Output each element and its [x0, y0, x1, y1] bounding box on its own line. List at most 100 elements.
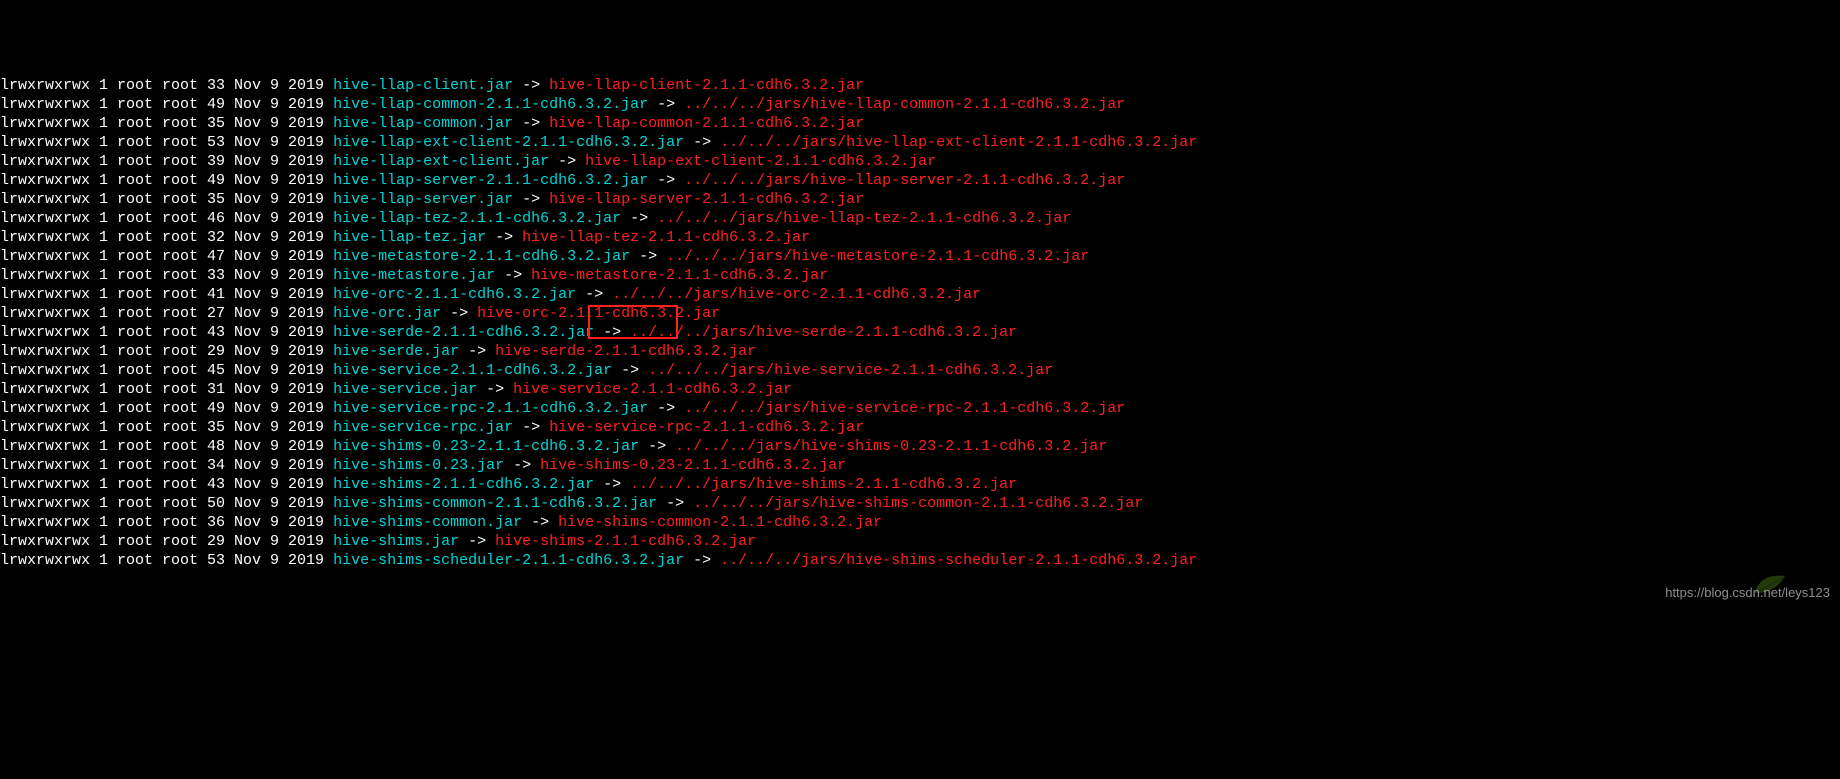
symlink-arrow: -> — [486, 229, 522, 246]
symlink-arrow: -> — [648, 96, 684, 113]
symlink-target: ../../../jars/hive-service-2.1.1-cdh6.3.… — [648, 362, 1053, 379]
symlink-arrow: -> — [576, 286, 612, 303]
file-meta: lrwxrwxrwx 1 root root 29 Nov 9 2019 — [0, 533, 333, 550]
symlink-target: hive-shims-2.1.1-cdh6.3.2.jar — [495, 533, 756, 550]
symlink-arrow: -> — [621, 210, 657, 227]
symlink-source: hive-serde.jar — [333, 343, 459, 360]
ls-row: lrwxrwxrwx 1 root root 43 Nov 9 2019 hiv… — [0, 323, 1840, 342]
ls-row: lrwxrwxrwx 1 root root 35 Nov 9 2019 hiv… — [0, 418, 1840, 437]
symlink-source: hive-shims-2.1.1-cdh6.3.2.jar — [333, 476, 594, 493]
symlink-target: ../../../jars/hive-llap-common-2.1.1-cdh… — [684, 96, 1125, 113]
ls-row: lrwxrwxrwx 1 root root 29 Nov 9 2019 hiv… — [0, 532, 1840, 551]
symlink-source: hive-llap-tez.jar — [333, 229, 486, 246]
symlink-target: hive-service-2.1.1-cdh6.3.2.jar — [513, 381, 792, 398]
file-meta: lrwxrwxrwx 1 root root 39 Nov 9 2019 — [0, 153, 333, 170]
ls-row: lrwxrwxrwx 1 root root 47 Nov 9 2019 hiv… — [0, 247, 1840, 266]
symlink-arrow: -> — [522, 514, 558, 531]
ls-row: lrwxrwxrwx 1 root root 45 Nov 9 2019 hiv… — [0, 361, 1840, 380]
file-meta: lrwxrwxrwx 1 root root 43 Nov 9 2019 — [0, 476, 333, 493]
symlink-target: hive-metastore-2.1.1-cdh6.3.2.jar — [531, 267, 828, 284]
symlink-arrow: -> — [504, 457, 540, 474]
symlink-source: hive-llap-ext-client.jar — [333, 153, 549, 170]
file-meta: lrwxrwxrwx 1 root root 33 Nov 9 2019 — [0, 267, 333, 284]
symlink-arrow: -> — [612, 362, 648, 379]
file-meta: lrwxrwxrwx 1 root root 43 Nov 9 2019 — [0, 324, 333, 341]
symlink-arrow: -> — [513, 419, 549, 436]
ls-row: lrwxrwxrwx 1 root root 53 Nov 9 2019 hiv… — [0, 551, 1840, 570]
file-meta: lrwxrwxrwx 1 root root 50 Nov 9 2019 — [0, 495, 333, 512]
symlink-target: ../../../jars/hive-service-rpc-2.1.1-cdh… — [684, 400, 1125, 417]
ls-row: lrwxrwxrwx 1 root root 50 Nov 9 2019 hiv… — [0, 494, 1840, 513]
symlink-arrow: -> — [594, 324, 630, 341]
symlink-arrow: -> — [459, 343, 495, 360]
symlink-source: hive-service-rpc-2.1.1-cdh6.3.2.jar — [333, 400, 648, 417]
file-meta: lrwxrwxrwx 1 root root 41 Nov 9 2019 — [0, 286, 333, 303]
ls-row: lrwxrwxrwx 1 root root 49 Nov 9 2019 hiv… — [0, 171, 1840, 190]
ls-row: lrwxrwxrwx 1 root root 33 Nov 9 2019 hiv… — [0, 76, 1840, 95]
symlink-source: hive-orc-2.1.1-cdh6.3.2.jar — [333, 286, 576, 303]
symlink-source: hive-llap-server.jar — [333, 191, 513, 208]
file-meta: lrwxrwxrwx 1 root root 29 Nov 9 2019 — [0, 343, 333, 360]
file-meta: lrwxrwxrwx 1 root root 27 Nov 9 2019 — [0, 305, 333, 322]
symlink-target: hive-llap-ext-client-2.1.1-cdh6.3.2.jar — [585, 153, 936, 170]
file-meta: lrwxrwxrwx 1 root root 31 Nov 9 2019 — [0, 381, 333, 398]
ls-row: lrwxrwxrwx 1 root root 48 Nov 9 2019 hiv… — [0, 437, 1840, 456]
file-meta: lrwxrwxrwx 1 root root 49 Nov 9 2019 — [0, 400, 333, 417]
symlink-target: hive-llap-tez-2.1.1-cdh6.3.2.jar — [522, 229, 810, 246]
file-meta: lrwxrwxrwx 1 root root 33 Nov 9 2019 — [0, 77, 333, 94]
ls-row: lrwxrwxrwx 1 root root 35 Nov 9 2019 hiv… — [0, 114, 1840, 133]
symlink-target: ../../../jars/hive-llap-server-2.1.1-cdh… — [684, 172, 1125, 189]
symlink-target: hive-llap-client-2.1.1-cdh6.3.2.jar — [549, 77, 864, 94]
symlink-target: hive-serde-2.1.1-cdh6.3.2.jar — [495, 343, 756, 360]
symlink-target: hive-service-rpc-2.1.1-cdh6.3.2.jar — [549, 419, 864, 436]
symlink-target: hive-orc-2.1.1-cdh6.3.2.jar — [477, 305, 720, 322]
file-meta: lrwxrwxrwx 1 root root 47 Nov 9 2019 — [0, 248, 333, 265]
symlink-target: ../../../jars/hive-shims-2.1.1-cdh6.3.2.… — [630, 476, 1017, 493]
symlink-target: hive-shims-common-2.1.1-cdh6.3.2.jar — [558, 514, 882, 531]
symlink-arrow: -> — [684, 552, 720, 569]
file-meta: lrwxrwxrwx 1 root root 34 Nov 9 2019 — [0, 457, 333, 474]
ls-row: lrwxrwxrwx 1 root root 41 Nov 9 2019 hiv… — [0, 285, 1840, 304]
symlink-source: hive-service.jar — [333, 381, 477, 398]
symlink-source: hive-serde-2.1.1-cdh6.3.2.jar — [333, 324, 594, 341]
ls-row: lrwxrwxrwx 1 root root 27 Nov 9 2019 hiv… — [0, 304, 1840, 323]
file-meta: lrwxrwxrwx 1 root root 49 Nov 9 2019 — [0, 172, 333, 189]
symlink-target: ../../../jars/hive-serde-2.1.1-cdh6.3.2.… — [630, 324, 1017, 341]
ls-row: lrwxrwxrwx 1 root root 53 Nov 9 2019 hiv… — [0, 133, 1840, 152]
file-meta: lrwxrwxrwx 1 root root 45 Nov 9 2019 — [0, 362, 333, 379]
symlink-source: hive-shims-0.23.jar — [333, 457, 504, 474]
symlink-source: hive-llap-client.jar — [333, 77, 513, 94]
ls-row: lrwxrwxrwx 1 root root 35 Nov 9 2019 hiv… — [0, 190, 1840, 209]
ls-row: lrwxrwxrwx 1 root root 29 Nov 9 2019 hiv… — [0, 342, 1840, 361]
file-meta: lrwxrwxrwx 1 root root 53 Nov 9 2019 — [0, 134, 333, 151]
watermark-text: https://blog.csdn.net/leys123 — [1665, 583, 1830, 602]
file-meta: lrwxrwxrwx 1 root root 35 Nov 9 2019 — [0, 419, 333, 436]
symlink-source: hive-shims-scheduler-2.1.1-cdh6.3.2.jar — [333, 552, 684, 569]
file-meta: lrwxrwxrwx 1 root root 46 Nov 9 2019 — [0, 210, 333, 227]
file-meta: lrwxrwxrwx 1 root root 49 Nov 9 2019 — [0, 96, 333, 113]
symlink-source: hive-llap-common.jar — [333, 115, 513, 132]
ls-row: lrwxrwxrwx 1 root root 33 Nov 9 2019 hiv… — [0, 266, 1840, 285]
ls-row: lrwxrwxrwx 1 root root 36 Nov 9 2019 hiv… — [0, 513, 1840, 532]
file-meta: lrwxrwxrwx 1 root root 53 Nov 9 2019 — [0, 552, 333, 569]
symlink-arrow: -> — [630, 248, 666, 265]
ls-row: lrwxrwxrwx 1 root root 49 Nov 9 2019 hiv… — [0, 399, 1840, 418]
ls-row: lrwxrwxrwx 1 root root 39 Nov 9 2019 hiv… — [0, 152, 1840, 171]
file-meta: lrwxrwxrwx 1 root root 32 Nov 9 2019 — [0, 229, 333, 246]
symlink-source: hive-orc.jar — [333, 305, 441, 322]
symlink-target: ../../../jars/hive-llap-tez-2.1.1-cdh6.3… — [657, 210, 1071, 227]
symlink-target: hive-shims-0.23-2.1.1-cdh6.3.2.jar — [540, 457, 846, 474]
symlink-source: hive-shims-common.jar — [333, 514, 522, 531]
symlink-arrow: -> — [657, 495, 693, 512]
symlink-target: ../../../jars/hive-metastore-2.1.1-cdh6.… — [666, 248, 1089, 265]
symlink-arrow: -> — [648, 172, 684, 189]
symlink-target: ../../../jars/hive-llap-ext-client-2.1.1… — [720, 134, 1197, 151]
ls-row: lrwxrwxrwx 1 root root 34 Nov 9 2019 hiv… — [0, 456, 1840, 475]
symlink-arrow: -> — [513, 77, 549, 94]
file-meta: lrwxrwxrwx 1 root root 35 Nov 9 2019 — [0, 191, 333, 208]
symlink-source: hive-metastore.jar — [333, 267, 495, 284]
symlink-target: ../../../jars/hive-shims-0.23-2.1.1-cdh6… — [675, 438, 1107, 455]
terminal-output[interactable]: lrwxrwxrwx 1 root root 33 Nov 9 2019 hiv… — [0, 76, 1840, 570]
ls-row: lrwxrwxrwx 1 root root 31 Nov 9 2019 hiv… — [0, 380, 1840, 399]
symlink-source: hive-metastore-2.1.1-cdh6.3.2.jar — [333, 248, 630, 265]
